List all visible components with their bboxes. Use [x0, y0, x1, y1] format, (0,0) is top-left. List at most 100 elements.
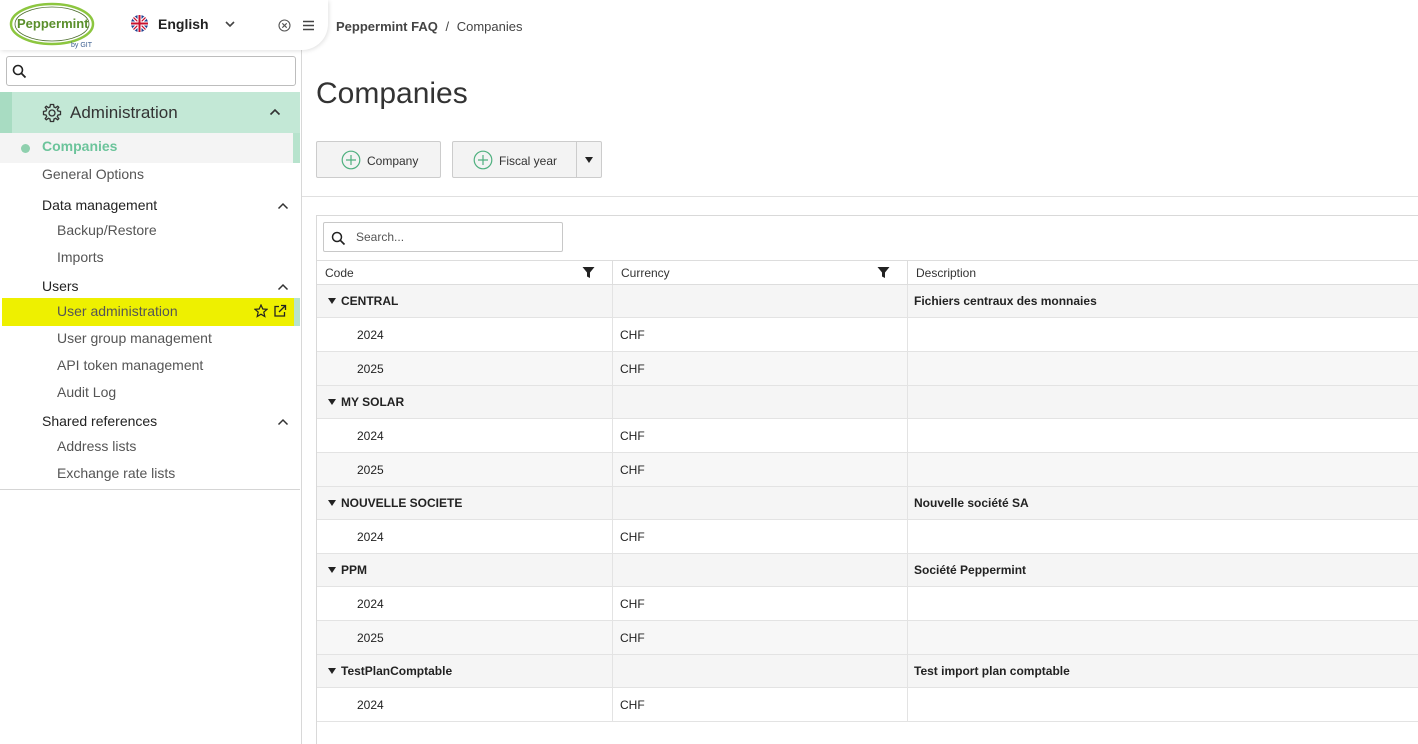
divider: [0, 489, 300, 490]
currency-cell: CHF: [613, 520, 908, 553]
description-cell: [908, 352, 1418, 385]
breadcrumb-current: Companies: [456, 19, 523, 34]
currency-cell: CHF: [613, 587, 908, 620]
add-fiscal-year-button[interactable]: Fiscal year: [452, 141, 602, 178]
collapse-triangle-icon[interactable]: [328, 500, 336, 506]
currency-cell: CHF: [613, 419, 908, 452]
table-row[interactable]: 2025 CHF: [317, 453, 1418, 487]
breadcrumb-separator: /: [445, 19, 450, 34]
chevron-up-icon[interactable]: [277, 282, 289, 292]
sidebar-item-backup-restore[interactable]: Backup/Restore: [57, 222, 157, 238]
table-row[interactable]: 2024 CHF: [317, 688, 1418, 722]
group-row[interactable]: MY SOLAR: [317, 386, 1418, 419]
group-code: PPM: [341, 563, 368, 577]
fiscal-year: 2024: [357, 429, 384, 443]
chevron-up-icon[interactable]: [269, 107, 281, 117]
hamburger-menu-icon[interactable]: [302, 19, 315, 32]
language-selector[interactable]: English: [131, 15, 235, 32]
group-description: Société Peppermint: [914, 563, 1027, 577]
code-cell: 2024: [317, 419, 613, 452]
collapse-triangle-icon[interactable]: [328, 298, 336, 304]
section-title: Administration: [70, 103, 178, 122]
code-cell: 2025: [317, 453, 613, 486]
fiscal-year: 2025: [357, 362, 384, 376]
column-header-code[interactable]: Code: [317, 261, 613, 285]
currency-cell: CHF: [613, 688, 908, 721]
table-row[interactable]: 2025 CHF: [317, 621, 1418, 655]
group-row[interactable]: CENTRAL Fichiers centraux des monnaies: [317, 285, 1418, 318]
description-cell: [908, 419, 1418, 452]
language-label: English: [158, 15, 209, 32]
description-cell: Société Peppermint: [908, 554, 1418, 586]
table-row[interactable]: 2025 CHF: [317, 352, 1418, 386]
collapse-triangle-icon[interactable]: [328, 399, 336, 405]
grid-search[interactable]: [323, 222, 563, 252]
sidebar-item-address-lists[interactable]: Address lists: [57, 438, 136, 454]
uk-flag-icon: [131, 15, 148, 32]
brand-name: Peppermint: [17, 16, 89, 31]
group-code: TestPlanComptable: [341, 664, 453, 678]
peppermint-logo[interactable]: Peppermint by GIT: [9, 2, 101, 50]
sidebar-item-api-token-management[interactable]: API token management: [57, 357, 203, 373]
filter-icon[interactable]: [877, 266, 890, 279]
code-cell: NOUVELLE SOCIETE: [317, 487, 613, 519]
collapse-triangle-icon[interactable]: [328, 567, 336, 573]
description-cell: [908, 520, 1418, 553]
currency-value: CHF: [620, 328, 645, 342]
filter-icon[interactable]: [582, 266, 595, 279]
currency-value: CHF: [620, 463, 645, 477]
sidebar-item-user-group-management[interactable]: User group management: [57, 330, 212, 346]
column-header-currency[interactable]: Currency: [613, 261, 908, 285]
sidebar-item-exchange-rate-lists[interactable]: Exchange rate lists: [57, 465, 175, 481]
caret-down-icon[interactable]: [584, 156, 594, 164]
table-row[interactable]: 2024 CHF: [317, 520, 1418, 554]
external-link-icon[interactable]: [273, 304, 287, 318]
sidebar-item-general-options[interactable]: General Options: [42, 166, 144, 182]
table-row[interactable]: 2024 CHF: [317, 587, 1418, 621]
sidebar-item-companies[interactable]: Companies: [0, 133, 300, 163]
fiscal-year: 2024: [357, 698, 384, 712]
breadcrumb-root[interactable]: Peppermint FAQ: [336, 19, 438, 34]
chevron-down-icon: [224, 20, 235, 27]
sidebar-group-users[interactable]: Users: [42, 278, 79, 294]
table-row[interactable]: 2024 CHF: [317, 419, 1418, 453]
sidebar-item-label: Companies: [42, 138, 118, 154]
sidebar-search-input[interactable]: [33, 60, 291, 82]
currency-cell: [613, 386, 908, 418]
currency-value: CHF: [620, 597, 645, 611]
close-circle-icon[interactable]: [278, 19, 291, 32]
currency-cell: [613, 655, 908, 687]
group-row[interactable]: NOUVELLE SOCIETE Nouvelle société SA: [317, 487, 1418, 520]
description-cell: [908, 453, 1418, 486]
column-header-description[interactable]: Description: [908, 261, 1418, 285]
add-company-button[interactable]: Company: [316, 141, 441, 178]
code-cell: 2025: [317, 621, 613, 654]
collapse-triangle-icon[interactable]: [328, 668, 336, 674]
sidebar-item-user-administration[interactable]: User administration: [2, 298, 300, 326]
sidebar-group-shared-references[interactable]: Shared references: [42, 413, 157, 429]
grid-search-input[interactable]: [356, 228, 556, 246]
group-row[interactable]: PPM Société Peppermint: [317, 554, 1418, 587]
group-row[interactable]: TestPlanComptable Test import plan compta…: [317, 655, 1418, 688]
currency-value: CHF: [620, 530, 645, 544]
sidebar-group-data-management[interactable]: Data management: [42, 197, 157, 213]
sidebar-section-administration[interactable]: Administration: [0, 92, 300, 133]
table-row[interactable]: 2024 CHF: [317, 318, 1418, 352]
group-code: NOUVELLE SOCIETE: [341, 496, 463, 510]
group-code: MY SOLAR: [341, 395, 405, 409]
star-icon[interactable]: [254, 304, 268, 318]
description-cell: [908, 587, 1418, 620]
currency-cell: CHF: [613, 621, 908, 654]
sidebar-item-audit-log[interactable]: Audit Log: [57, 384, 116, 400]
sidebar-item-imports[interactable]: Imports: [57, 249, 104, 265]
chevron-up-icon[interactable]: [277, 201, 289, 211]
chevron-up-icon[interactable]: [277, 417, 289, 427]
sidebar-search[interactable]: [6, 56, 296, 86]
divider: [302, 196, 1418, 197]
code-cell: 2025: [317, 352, 613, 385]
currency-value: CHF: [620, 429, 645, 443]
description-cell: [908, 621, 1418, 654]
code-cell: 2024: [317, 688, 613, 721]
plus-circle-icon: [341, 150, 361, 170]
currency-cell: CHF: [613, 352, 908, 385]
